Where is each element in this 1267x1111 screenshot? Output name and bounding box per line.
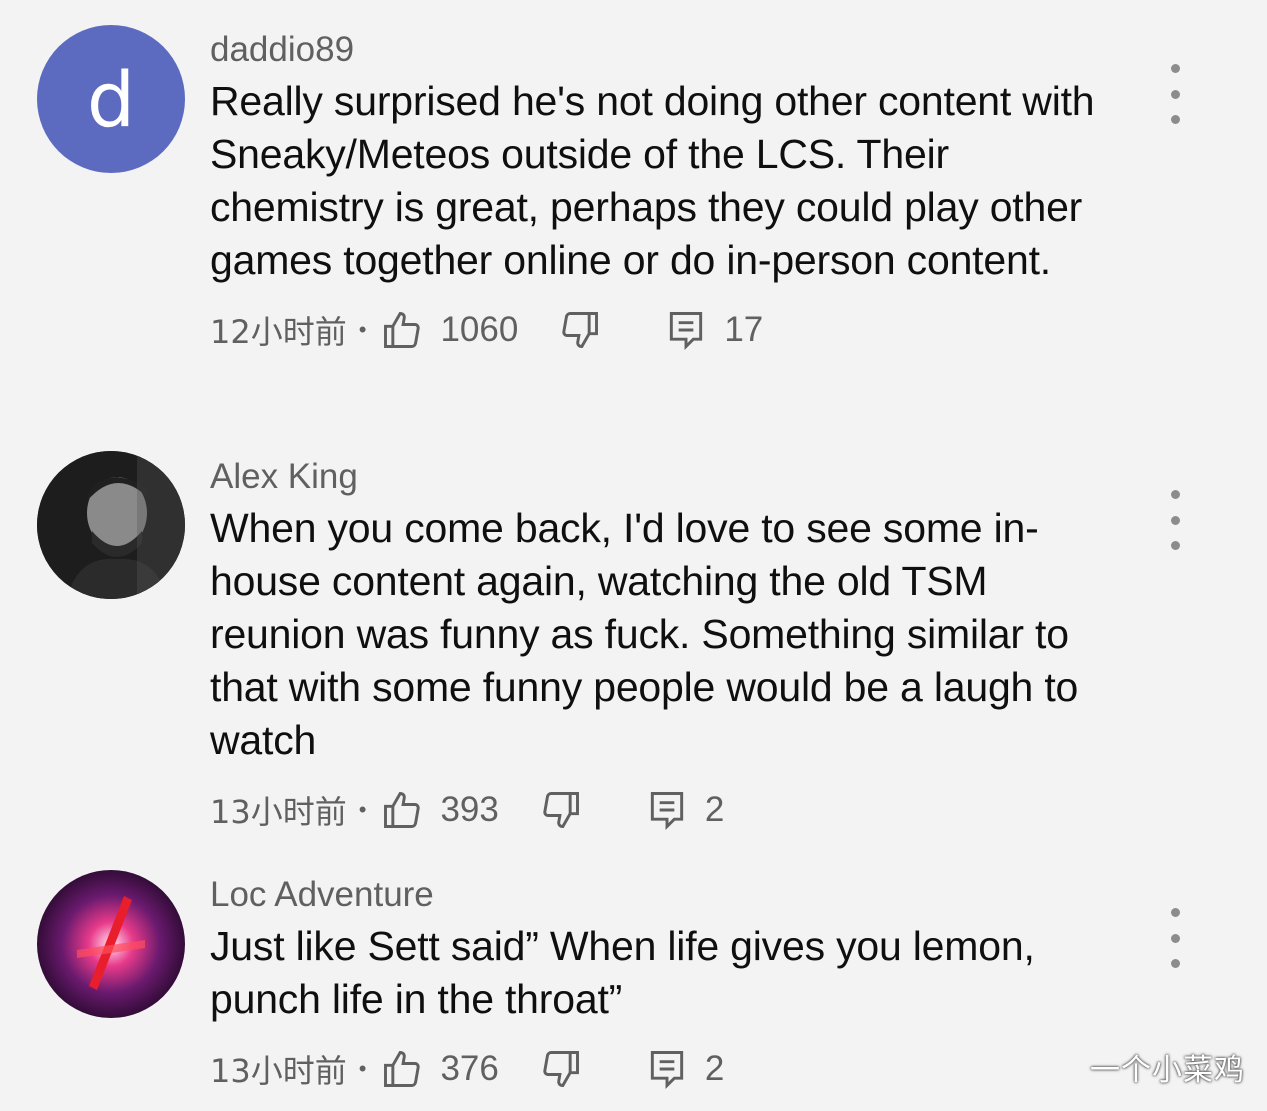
comment-actions: 13小时前 • 376 2 bbox=[210, 1044, 1110, 1094]
more-vertical-icon[interactable] bbox=[1160, 64, 1190, 124]
comment-text: Just like Sett said” When life gives you… bbox=[210, 923, 1035, 1022]
separator-dot: • bbox=[358, 1056, 367, 1081]
thumbs-down-icon[interactable] bbox=[539, 1047, 583, 1091]
more-vertical-icon[interactable] bbox=[1160, 908, 1190, 968]
reply-count[interactable]: 2 bbox=[705, 1049, 724, 1089]
more-vertical-icon[interactable] bbox=[1160, 490, 1190, 550]
separator-dot: • bbox=[358, 317, 367, 342]
avatar-letter: d bbox=[86, 54, 136, 144]
separator-dot: • bbox=[358, 797, 367, 822]
like-count: 376 bbox=[440, 1049, 499, 1088]
watermark: 一个小菜鸡 bbox=[1090, 1053, 1245, 1088]
like-count: 393 bbox=[440, 790, 499, 829]
thumbs-down-icon[interactable] bbox=[539, 788, 583, 832]
reply-count[interactable]: 17 bbox=[724, 310, 763, 350]
thumbs-down-icon[interactable] bbox=[558, 308, 602, 352]
avatar-photo bbox=[37, 870, 185, 1018]
comment-time: 12小时前 bbox=[210, 313, 347, 351]
comment-actions: 13小时前 • 393 2 bbox=[210, 785, 1110, 835]
comment-text: Really surprised he's not doing other co… bbox=[210, 78, 1095, 283]
comment-text: When you come back, I'd love to see some… bbox=[210, 505, 1079, 763]
comment-author[interactable]: Alex King bbox=[210, 455, 1110, 499]
reply-comment-icon[interactable] bbox=[664, 308, 708, 352]
avatar[interactable] bbox=[37, 870, 185, 1018]
reply-count[interactable]: 2 bbox=[705, 790, 724, 830]
reply-comment-icon[interactable] bbox=[645, 788, 689, 832]
avatar[interactable] bbox=[37, 451, 185, 599]
comment-time: 13小时前 bbox=[210, 793, 347, 831]
comment-actions: 12小时前 • 1060 17 bbox=[210, 305, 1110, 355]
reply-comment-icon[interactable] bbox=[645, 1047, 689, 1091]
comment-author[interactable]: Loc Adventure bbox=[210, 873, 1110, 917]
thumbs-up-icon[interactable] bbox=[380, 1047, 424, 1091]
like-count: 1060 bbox=[440, 310, 519, 349]
thumbs-up-icon[interactable] bbox=[380, 308, 424, 352]
avatar-photo bbox=[37, 451, 185, 599]
comment-time: 13小时前 bbox=[210, 1052, 347, 1090]
thumbs-up-icon[interactable] bbox=[380, 788, 424, 832]
comment-author[interactable]: daddio89 bbox=[210, 28, 1110, 72]
avatar[interactable]: d bbox=[37, 25, 185, 173]
